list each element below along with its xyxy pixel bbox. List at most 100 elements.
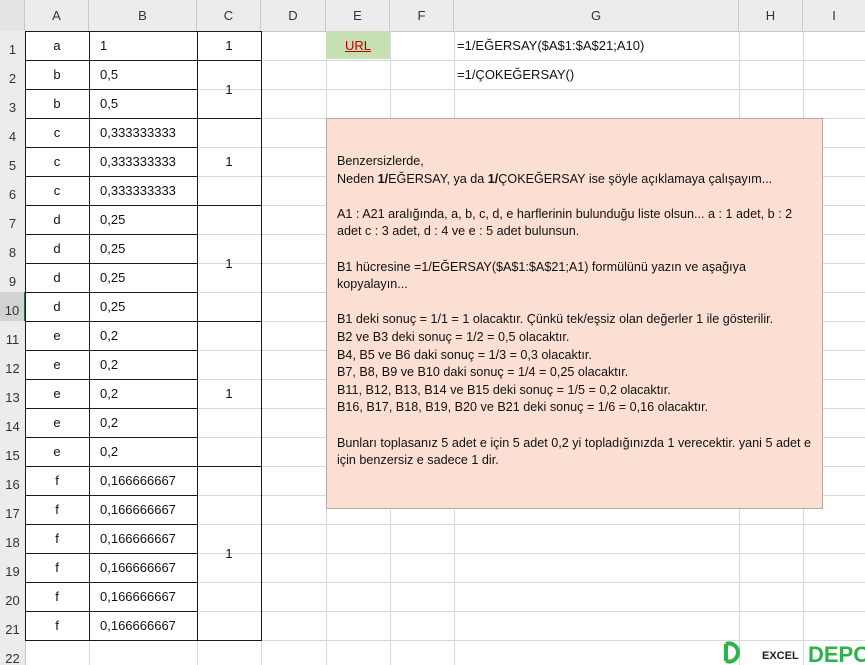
row-header-22[interactable]: 22	[0, 640, 26, 665]
spreadsheet-grid[interactable]: ABCDEFGHI 1 2 3 4 5 6 7 8 9 10 11 12 13 14 15 16 17 18 19 2…	[0, 0, 865, 665]
cell-a19[interactable]: f	[25, 553, 89, 582]
column-header-a[interactable]: A	[25, 0, 89, 32]
cell-a1[interactable]: a	[25, 31, 89, 60]
formula-text-g2[interactable]: =1/ÇOKEĞERSAY()	[457, 67, 574, 82]
row-header-8[interactable]: 8	[0, 234, 26, 264]
cell-a3[interactable]: b	[25, 89, 89, 118]
cell-border	[25, 292, 198, 293]
row-header-5[interactable]: 5	[0, 147, 26, 177]
cell-b10[interactable]: 0,25	[89, 292, 197, 321]
cell-b8[interactable]: 0,25	[89, 234, 197, 263]
row-header-21[interactable]: 21	[0, 611, 26, 641]
cell-border	[25, 31, 262, 32]
cell-c-merged-4[interactable]: 1	[197, 205, 261, 321]
cell-a21[interactable]: f	[25, 611, 89, 640]
cell-border	[25, 147, 198, 148]
row-header-9[interactable]: 9	[0, 263, 26, 293]
cell-b12[interactable]: 0,2	[89, 350, 197, 379]
row-header-13[interactable]: 13	[0, 379, 26, 409]
row-header-17[interactable]: 17	[0, 495, 26, 525]
cell-a8[interactable]: d	[25, 234, 89, 263]
cell-b4[interactable]: 0,333333333	[89, 118, 197, 147]
formula-text-g1[interactable]: =1/EĞERSAY($A$1:$A$21;A10)	[457, 38, 644, 53]
column-header-h[interactable]: H	[739, 0, 803, 32]
cell-a11[interactable]: e	[25, 321, 89, 350]
cell-b14[interactable]: 0,2	[89, 408, 197, 437]
cell-b21[interactable]: 0,166666667	[89, 611, 197, 640]
cell-c-merged-3[interactable]: 1	[197, 118, 261, 205]
cell-b1[interactable]: 1	[89, 31, 197, 60]
cell-c-merged-6[interactable]: 1	[197, 466, 261, 640]
cell-a20[interactable]: f	[25, 582, 89, 611]
cell-b19[interactable]: 0,166666667	[89, 553, 197, 582]
column-header-g[interactable]: G	[454, 0, 739, 32]
cell-b20[interactable]: 0,166666667	[89, 582, 197, 611]
cell-a4[interactable]: c	[25, 118, 89, 147]
row-header-19[interactable]: 19	[0, 553, 26, 583]
row-header-18[interactable]: 18	[0, 524, 26, 554]
cell-border	[25, 379, 198, 380]
row-header-15[interactable]: 15	[0, 437, 26, 467]
cell-b18[interactable]: 0,166666667	[89, 524, 197, 553]
select-all-corner[interactable]	[0, 0, 25, 32]
cell-b16[interactable]: 0,166666667	[89, 466, 197, 495]
cell-a16[interactable]: f	[25, 466, 89, 495]
cell-b13[interactable]: 0,2	[89, 379, 197, 408]
row-header-12[interactable]: 12	[0, 350, 26, 380]
column-header-c[interactable]: C	[197, 0, 261, 32]
row-header-20[interactable]: 20	[0, 582, 26, 612]
column-header-i[interactable]: I	[803, 0, 865, 32]
cell-border	[25, 31, 26, 641]
cell-a10[interactable]: d	[25, 292, 89, 321]
cell-b9[interactable]: 0,25	[89, 263, 197, 292]
row-header-4[interactable]: 4	[0, 118, 26, 148]
cell-a15[interactable]: e	[25, 437, 89, 466]
column-header-f[interactable]: F	[390, 0, 454, 32]
column-header-e[interactable]: E	[326, 0, 390, 32]
column-header-d[interactable]: D	[261, 0, 326, 32]
cell-a18[interactable]: f	[25, 524, 89, 553]
cell-a6[interactable]: c	[25, 176, 89, 205]
cell-border	[25, 350, 198, 351]
column-header-b[interactable]: B	[89, 0, 197, 32]
cell-c-merged-2[interactable]: 1	[197, 60, 261, 118]
cell-a5[interactable]: c	[25, 147, 89, 176]
cell-c-merged-1[interactable]: 1	[197, 31, 261, 60]
cell-a17[interactable]: f	[25, 495, 89, 524]
row-header-6[interactable]: 6	[0, 176, 26, 206]
cell-a14[interactable]: e	[25, 408, 89, 437]
cell-c-merged-5[interactable]: 1	[197, 321, 261, 466]
row-header-3[interactable]: 3	[0, 89, 26, 119]
cell-b17[interactable]: 0,166666667	[89, 495, 197, 524]
cell-border	[25, 611, 198, 612]
cell-border	[89, 31, 90, 641]
row-header-11[interactable]: 11	[0, 321, 26, 351]
cell-a13[interactable]: e	[25, 379, 89, 408]
row-header-7[interactable]: 7	[0, 205, 26, 235]
explanation-text-box[interactable]: Benzersizlerde, Neden 1/EĞERSAY, ya da 1…	[326, 118, 823, 509]
logo-text-depo: DEPO	[808, 642, 865, 665]
cell-b2[interactable]: 0,5	[89, 60, 197, 89]
cell-b3[interactable]: 0,5	[89, 89, 197, 118]
row-header-16[interactable]: 16	[0, 466, 26, 496]
url-link[interactable]: URL	[345, 38, 371, 53]
cell-b15[interactable]: 0,2	[89, 437, 197, 466]
cell-b6[interactable]: 0,333333333	[89, 176, 197, 205]
cell-a2[interactable]: b	[25, 60, 89, 89]
row-header-2[interactable]: 2	[0, 60, 26, 90]
cell-b7[interactable]: 0,25	[89, 205, 197, 234]
cell-border	[25, 176, 198, 177]
note-line-1: Benzersizlerde,	[337, 154, 424, 168]
note-results-list: B1 deki sonuç = 1/1 = 1 olacaktır. Çünkü…	[337, 311, 812, 417]
cell-b11[interactable]: 0,2	[89, 321, 197, 350]
url-cell[interactable]: URL	[326, 31, 390, 59]
cell-border	[25, 640, 262, 641]
cell-a12[interactable]: e	[25, 350, 89, 379]
row-header-1[interactable]: 1	[0, 31, 26, 61]
cell-b5[interactable]: 0,333333333	[89, 147, 197, 176]
cell-a7[interactable]: d	[25, 205, 89, 234]
cell-a9[interactable]: d	[25, 263, 89, 292]
row-header-10[interactable]: 10	[0, 292, 26, 322]
row-header-14[interactable]: 14	[0, 408, 26, 438]
cell-border	[25, 89, 198, 90]
